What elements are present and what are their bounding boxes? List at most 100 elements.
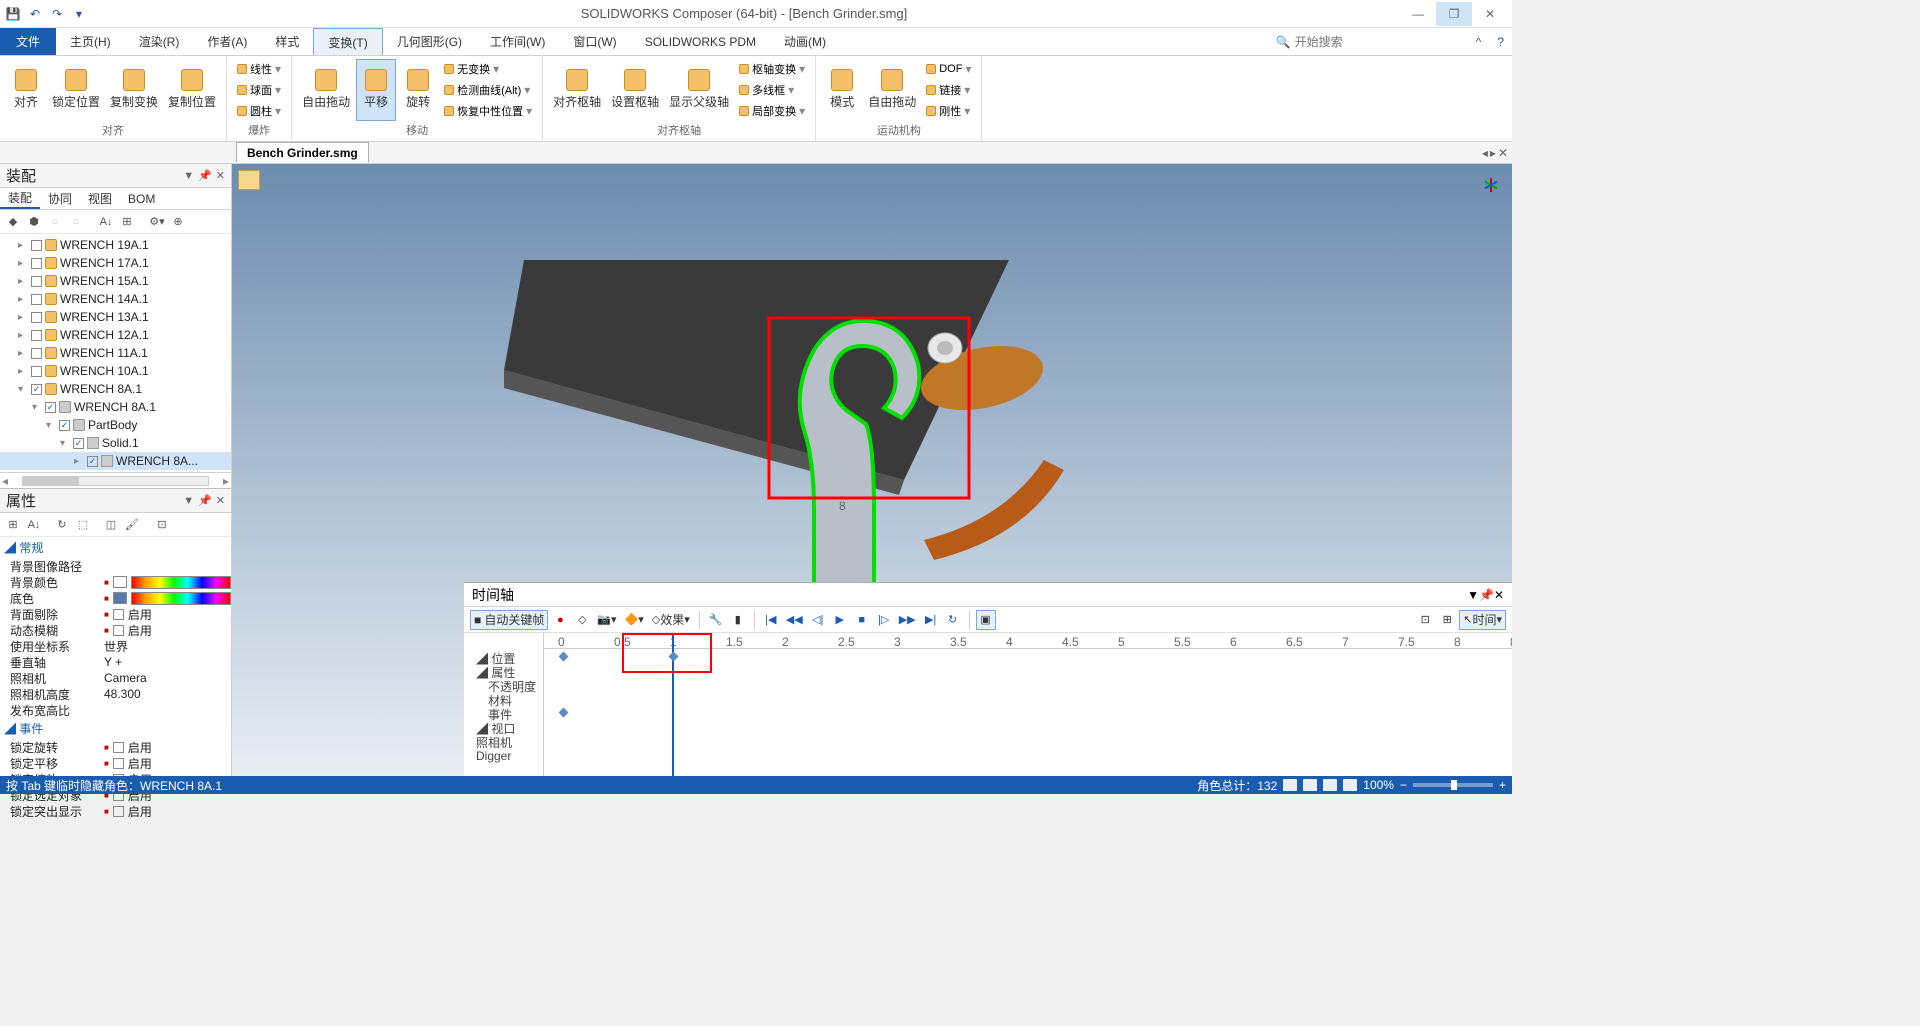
tool-icon[interactable]: ⬚ [74, 517, 92, 533]
menu-变换(T)[interactable]: 变换(T) [313, 28, 382, 55]
zoom-slider[interactable] [1413, 783, 1493, 787]
prop-锁定旋转[interactable]: 锁定旋转■ 启用 [0, 739, 231, 755]
keyframe[interactable] [559, 652, 569, 662]
tree-item[interactable]: ▸✓WRENCH 8A... [0, 452, 231, 470]
tree-item[interactable]: ▾✓Solid.1 [0, 434, 231, 452]
ribbon-DOF[interactable]: DOF ▾ [922, 59, 975, 79]
tree-item[interactable]: ▸WRENCH 11A.1 [0, 344, 231, 362]
menu-几何图形(G)[interactable]: 几何图形(G) [383, 28, 476, 55]
zoom-out-icon[interactable]: − [1400, 778, 1407, 792]
zoom-in-icon[interactable]: + [1499, 778, 1506, 792]
prop-照相机[interactable]: 照相机Camera [0, 670, 231, 686]
panel-close-icon[interactable]: ✕ [1494, 588, 1504, 602]
ribbon-球面[interactable]: 球面 ▾ [233, 80, 285, 100]
qat-dropdown-icon[interactable]: ▾ [70, 5, 88, 23]
menu-动画(M)[interactable]: 动画(M) [770, 28, 840, 55]
tab-BOM[interactable]: BOM [120, 188, 163, 209]
search-input[interactable] [1295, 35, 1415, 49]
status-icon[interactable] [1303, 779, 1317, 791]
menu-主页(H)[interactable]: 主页(H) [56, 28, 125, 55]
panel-menu-icon[interactable]: ▼ [183, 170, 194, 182]
goto-start-icon[interactable]: |◀ [761, 610, 781, 630]
status-icon[interactable] [1343, 779, 1357, 791]
forward-icon[interactable]: ▶▶ [896, 610, 919, 630]
prop-锁定平移[interactable]: 锁定平移■ 启用 [0, 755, 231, 771]
pin-icon[interactable]: 📌 [198, 169, 212, 182]
tool-icon[interactable]: ◫ [102, 517, 120, 533]
tree-item[interactable]: ▾✓WRENCH 8A.1 [0, 380, 231, 398]
tree-item[interactable]: ▸WRENCH 10A.1 [0, 362, 231, 380]
h-scrollbar[interactable]: ◂▸ [0, 472, 231, 488]
loop-icon[interactable]: ↻ [943, 610, 963, 630]
timeline-area[interactable]: 00.511.522.533.544.555.566.577.588.599.5… [544, 633, 1512, 776]
key-icon[interactable]: ◇ [572, 610, 592, 630]
prop-动态模糊[interactable]: 动态模糊■ 启用 [0, 622, 231, 638]
ribbon-链接[interactable]: 链接 ▾ [922, 80, 975, 100]
prop-锁定突出显示[interactable]: 锁定突出显示■ 启用 [0, 803, 231, 819]
sort-icon[interactable]: A↓ [25, 517, 43, 533]
menu-渲染(R)[interactable]: 渲染(R) [125, 28, 194, 55]
keyframe[interactable] [559, 708, 569, 718]
assembly-tree[interactable]: ▸WRENCH 19A.1▸WRENCH 17A.1▸WRENCH 15A.1▸… [0, 234, 231, 472]
prop-垂直轴[interactable]: 垂直轴Y + [0, 654, 231, 670]
menu-作者(A)[interactable]: 作者(A) [193, 28, 261, 55]
stop-icon[interactable]: ■ [852, 610, 872, 630]
3d-viewport[interactable]: 8 时间轴 ▼ 📌 ✕ ■ 自动关键帧 ● ◇ 📷▾ 🔶▾ ◇效果▾ [232, 164, 1512, 776]
menu-SOLIDWORKS PDM[interactable]: SOLIDWORKS PDM [631, 28, 770, 55]
ribbon-检测曲线(Alt)[interactable]: 检测曲线(Alt) ▾ [440, 80, 536, 100]
tool-icon[interactable]: ○ [46, 214, 64, 230]
ribbon-expand-icon[interactable]: ^ [1468, 28, 1490, 55]
tree-item[interactable]: ▸WRENCH 17A.1 [0, 254, 231, 272]
status-icon[interactable] [1283, 779, 1297, 791]
ribbon-自由拖动[interactable]: 自由拖动 [864, 59, 920, 121]
ribbon-设置枢轴[interactable]: 设置枢轴 [607, 59, 663, 121]
tab-装配[interactable]: 装配 [0, 188, 40, 209]
pin-icon[interactable]: 📌 [198, 494, 212, 507]
prop-背面剔除[interactable]: 背面剔除■ 启用 [0, 606, 231, 622]
tab-协同[interactable]: 协同 [40, 188, 80, 209]
save-icon[interactable]: 💾 [4, 5, 22, 23]
ribbon-对齐[interactable]: 对齐 [6, 59, 46, 121]
rewind-icon[interactable]: ◀◀ [783, 610, 806, 630]
tree-item[interactable]: ▾✓PartBody [0, 416, 231, 434]
tree-item[interactable]: ▸WRENCH 15A.1 [0, 272, 231, 290]
panel-menu-icon[interactable]: ▼ [183, 495, 194, 507]
search-box[interactable]: 🔍 [1268, 28, 1468, 55]
status-icon[interactable] [1323, 779, 1337, 791]
prop-照相机高度[interactable]: 照相机高度48.300 [0, 686, 231, 702]
menu-窗口(W)[interactable]: 窗口(W) [559, 28, 630, 55]
camera-key-icon[interactable]: 📷▾ [594, 610, 619, 630]
record-icon[interactable]: ● [550, 610, 570, 630]
ribbon-恢复中性位置[interactable]: 恢复中性位置 ▾ [440, 101, 536, 121]
panel-close-icon[interactable]: ✕ [216, 169, 225, 182]
ribbon-圆柱[interactable]: 圆柱 ▾ [233, 101, 285, 121]
tree-item[interactable]: ▸WRENCH 14A.1 [0, 290, 231, 308]
ribbon-旋转[interactable]: 旋转 [398, 59, 438, 121]
tab-close-icon[interactable]: ✕ [1498, 146, 1508, 160]
ribbon-枢轴变换[interactable]: 枢轴变换 ▾ [735, 59, 809, 79]
ribbon-多线框[interactable]: 多线框 ▾ [735, 80, 809, 100]
tl-tool-icon[interactable]: ⊡ [1415, 610, 1435, 630]
ribbon-自由拖动[interactable]: 自由拖动 [298, 59, 354, 121]
gear-icon[interactable]: ⚙▾ [148, 214, 166, 230]
ribbon-对齐枢轴[interactable]: 对齐枢轴 [549, 59, 605, 121]
export-icon[interactable]: ▣ [976, 610, 996, 630]
viewport-tool-icon[interactable] [238, 170, 260, 190]
add-icon[interactable]: ⊕ [169, 214, 187, 230]
prop-背景图像路径[interactable]: 背景图像路径 [0, 558, 231, 574]
redo-icon[interactable]: ↷ [48, 5, 66, 23]
play-icon[interactable]: ▶ [830, 610, 850, 630]
time-mode-button[interactable]: ↖时间▾ [1459, 610, 1506, 630]
prop-背景颜色[interactable]: 背景颜色■ [0, 574, 231, 590]
track-照相机[interactable]: 照相机 [468, 735, 543, 749]
ribbon-局部变换[interactable]: 局部变换 ▾ [735, 101, 809, 121]
ribbon-线性[interactable]: 线性 ▾ [233, 59, 285, 79]
ribbon-复制变换[interactable]: 复制变换 [106, 59, 162, 121]
close-button[interactable]: ✕ [1472, 2, 1508, 26]
tool-icon[interactable]: ⬢ [25, 214, 43, 230]
sort-icon[interactable]: A↓ [97, 214, 115, 230]
digger-key-icon[interactable]: 🔶▾ [622, 610, 647, 630]
ribbon-锁定位置[interactable]: 锁定位置 [48, 59, 104, 121]
goto-end-icon[interactable]: ▶| [921, 610, 941, 630]
file-menu[interactable]: 文件 [0, 28, 56, 55]
